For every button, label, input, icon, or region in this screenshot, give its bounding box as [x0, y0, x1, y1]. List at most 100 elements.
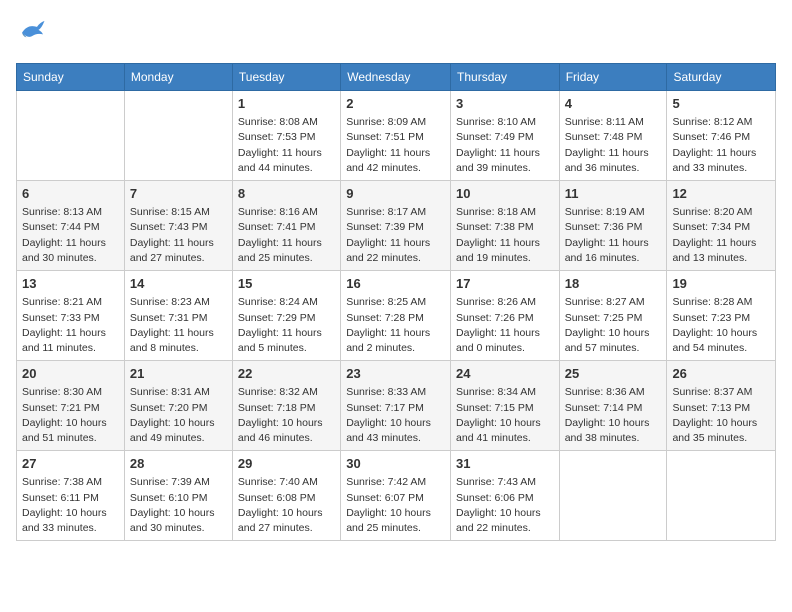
- day-number: 7: [130, 185, 227, 203]
- day-number: 28: [130, 455, 227, 473]
- calendar-cell: 1 Sunrise: 8:08 AM Sunset: 7:53 PM Daylig…: [232, 91, 340, 181]
- day-info: Sunrise: 8:16 AM Sunset: 7:41 PM Dayligh…: [238, 205, 335, 266]
- logo-bird-icon: [16, 16, 46, 46]
- day-info: Sunrise: 7:40 AM Sunset: 6:08 PM Dayligh…: [238, 475, 335, 536]
- day-info: Sunrise: 8:26 AM Sunset: 7:26 PM Dayligh…: [456, 295, 554, 356]
- day-info: Sunrise: 8:30 AM Sunset: 7:21 PM Dayligh…: [22, 385, 119, 446]
- day-number: 11: [565, 185, 662, 203]
- calendar-cell: 13 Sunrise: 8:21 AM Sunset: 7:33 PM Dayli…: [17, 271, 125, 361]
- day-info: Sunrise: 8:28 AM Sunset: 7:23 PM Dayligh…: [672, 295, 770, 356]
- day-number: 15: [238, 275, 335, 293]
- day-number: 12: [672, 185, 770, 203]
- calendar-cell: 25 Sunrise: 8:36 AM Sunset: 7:14 PM Dayli…: [559, 361, 667, 451]
- logo: [16, 16, 50, 51]
- calendar-cell: [667, 451, 776, 541]
- day-number: 9: [346, 185, 445, 203]
- calendar-week-3: 13 Sunrise: 8:21 AM Sunset: 7:33 PM Dayli…: [17, 271, 776, 361]
- day-info: Sunrise: 8:12 AM Sunset: 7:46 PM Dayligh…: [672, 115, 770, 176]
- calendar-cell: [124, 91, 232, 181]
- day-number: 16: [346, 275, 445, 293]
- day-header-thursday: Thursday: [451, 64, 560, 91]
- day-number: 2: [346, 95, 445, 113]
- calendar-cell: 14 Sunrise: 8:23 AM Sunset: 7:31 PM Dayli…: [124, 271, 232, 361]
- day-number: 1: [238, 95, 335, 113]
- day-header-wednesday: Wednesday: [341, 64, 451, 91]
- calendar-cell: 22Sunrise: 8:32 AM Sunset: 7:18 PM Dayli…: [232, 361, 340, 451]
- day-number: 23: [346, 365, 445, 383]
- calendar-week-1: 1 Sunrise: 8:08 AM Sunset: 7:53 PM Daylig…: [17, 91, 776, 181]
- day-info: Sunrise: 8:08 AM Sunset: 7:53 PM Dayligh…: [238, 115, 335, 176]
- calendar-week-5: 27Sunrise: 7:38 AM Sunset: 6:11 PM Dayli…: [17, 451, 776, 541]
- day-header-friday: Friday: [559, 64, 667, 91]
- day-info: Sunrise: 8:19 AM Sunset: 7:36 PM Dayligh…: [565, 205, 662, 266]
- day-header-monday: Monday: [124, 64, 232, 91]
- day-info: Sunrise: 7:43 AM Sunset: 6:06 PM Dayligh…: [456, 475, 554, 536]
- calendar-cell: 26 Sunrise: 8:37 AM Sunset: 7:13 PM Dayli…: [667, 361, 776, 451]
- day-header-tuesday: Tuesday: [232, 64, 340, 91]
- calendar-cell: 31 Sunrise: 7:43 AM Sunset: 6:06 PM Dayli…: [451, 451, 560, 541]
- calendar-cell: 3 Sunrise: 8:10 AM Sunset: 7:49 PM Daylig…: [451, 91, 560, 181]
- day-number: 26: [672, 365, 770, 383]
- day-number: 17: [456, 275, 554, 293]
- day-number: 25: [565, 365, 662, 383]
- day-info: Sunrise: 8:17 AM Sunset: 7:39 PM Dayligh…: [346, 205, 445, 266]
- day-number: 30: [346, 455, 445, 473]
- day-number: 3: [456, 95, 554, 113]
- calendar-week-2: 6Sunrise: 8:13 AM Sunset: 7:44 PM Daylig…: [17, 181, 776, 271]
- day-info: Sunrise: 8:21 AM Sunset: 7:33 PM Dayligh…: [22, 295, 119, 356]
- calendar-cell: 15Sunrise: 8:24 AM Sunset: 7:29 PM Dayli…: [232, 271, 340, 361]
- day-number: 18: [565, 275, 662, 293]
- day-info: Sunrise: 8:18 AM Sunset: 7:38 PM Dayligh…: [456, 205, 554, 266]
- calendar-cell: [17, 91, 125, 181]
- day-number: 22: [238, 365, 335, 383]
- calendar-cell: 28 Sunrise: 7:39 AM Sunset: 6:10 PM Dayli…: [124, 451, 232, 541]
- day-number: 4: [565, 95, 662, 113]
- calendar-cell: 10 Sunrise: 8:18 AM Sunset: 7:38 PM Dayli…: [451, 181, 560, 271]
- calendar-cell: [559, 451, 667, 541]
- day-info: Sunrise: 7:39 AM Sunset: 6:10 PM Dayligh…: [130, 475, 227, 536]
- day-number: 29: [238, 455, 335, 473]
- calendar-cell: 20Sunrise: 8:30 AM Sunset: 7:21 PM Dayli…: [17, 361, 125, 451]
- calendar-cell: 7 Sunrise: 8:15 AM Sunset: 7:43 PM Daylig…: [124, 181, 232, 271]
- calendar-cell: 12 Sunrise: 8:20 AM Sunset: 7:34 PM Dayli…: [667, 181, 776, 271]
- day-info: Sunrise: 8:23 AM Sunset: 7:31 PM Dayligh…: [130, 295, 227, 356]
- calendar-cell: 23 Sunrise: 8:33 AM Sunset: 7:17 PM Dayli…: [341, 361, 451, 451]
- calendar-cell: 9 Sunrise: 8:17 AM Sunset: 7:39 PM Daylig…: [341, 181, 451, 271]
- calendar-body: 1 Sunrise: 8:08 AM Sunset: 7:53 PM Daylig…: [17, 91, 776, 541]
- calendar-cell: 27Sunrise: 7:38 AM Sunset: 6:11 PM Dayli…: [17, 451, 125, 541]
- calendar-cell: 6Sunrise: 8:13 AM Sunset: 7:44 PM Daylig…: [17, 181, 125, 271]
- calendar-cell: 4 Sunrise: 8:11 AM Sunset: 7:48 PM Daylig…: [559, 91, 667, 181]
- calendar-table: SundayMondayTuesdayWednesdayThursdayFrid…: [16, 63, 776, 541]
- days-of-week-row: SundayMondayTuesdayWednesdayThursdayFrid…: [17, 64, 776, 91]
- day-info: Sunrise: 8:31 AM Sunset: 7:20 PM Dayligh…: [130, 385, 227, 446]
- day-info: Sunrise: 8:36 AM Sunset: 7:14 PM Dayligh…: [565, 385, 662, 446]
- day-info: Sunrise: 8:10 AM Sunset: 7:49 PM Dayligh…: [456, 115, 554, 176]
- day-header-saturday: Saturday: [667, 64, 776, 91]
- calendar-cell: 2Sunrise: 8:09 AM Sunset: 7:51 PM Daylig…: [341, 91, 451, 181]
- calendar-cell: 8 Sunrise: 8:16 AM Sunset: 7:41 PM Daylig…: [232, 181, 340, 271]
- day-number: 14: [130, 275, 227, 293]
- day-info: Sunrise: 8:33 AM Sunset: 7:17 PM Dayligh…: [346, 385, 445, 446]
- day-info: Sunrise: 8:37 AM Sunset: 7:13 PM Dayligh…: [672, 385, 770, 446]
- calendar-cell: 16Sunrise: 8:25 AM Sunset: 7:28 PM Dayli…: [341, 271, 451, 361]
- calendar-cell: 17 Sunrise: 8:26 AM Sunset: 7:26 PM Dayli…: [451, 271, 560, 361]
- day-info: Sunrise: 8:13 AM Sunset: 7:44 PM Dayligh…: [22, 205, 119, 266]
- day-number: 19: [672, 275, 770, 293]
- calendar-cell: 5 Sunrise: 8:12 AM Sunset: 7:46 PM Daylig…: [667, 91, 776, 181]
- day-number: 31: [456, 455, 554, 473]
- day-info: Sunrise: 8:20 AM Sunset: 7:34 PM Dayligh…: [672, 205, 770, 266]
- day-info: Sunrise: 8:34 AM Sunset: 7:15 PM Dayligh…: [456, 385, 554, 446]
- day-number: 8: [238, 185, 335, 203]
- calendar-cell: 24Sunrise: 8:34 AM Sunset: 7:15 PM Dayli…: [451, 361, 560, 451]
- day-number: 13: [22, 275, 119, 293]
- day-number: 5: [672, 95, 770, 113]
- calendar-cell: 21 Sunrise: 8:31 AM Sunset: 7:20 PM Dayli…: [124, 361, 232, 451]
- page-header: [16, 16, 776, 51]
- day-info: Sunrise: 8:11 AM Sunset: 7:48 PM Dayligh…: [565, 115, 662, 176]
- day-number: 27: [22, 455, 119, 473]
- day-info: Sunrise: 8:27 AM Sunset: 7:25 PM Dayligh…: [565, 295, 662, 356]
- day-number: 10: [456, 185, 554, 203]
- day-info: Sunrise: 8:15 AM Sunset: 7:43 PM Dayligh…: [130, 205, 227, 266]
- calendar-cell: 29 Sunrise: 7:40 AM Sunset: 6:08 PM Dayli…: [232, 451, 340, 541]
- day-number: 21: [130, 365, 227, 383]
